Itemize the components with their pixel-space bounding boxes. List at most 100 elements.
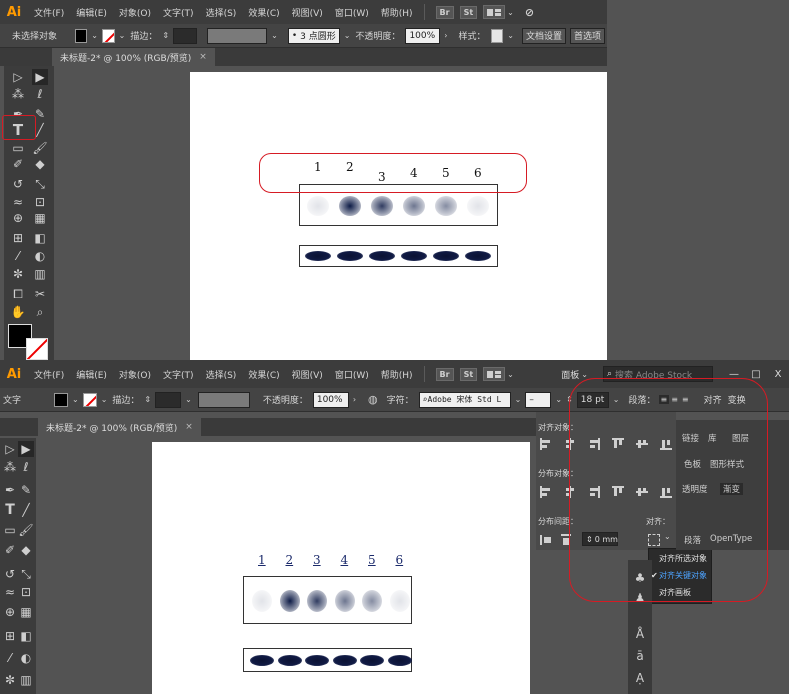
stock-button[interactable]: St xyxy=(459,5,478,19)
zoom-tool-icon[interactable]: ⌕ xyxy=(32,304,48,320)
warp-tool-icon[interactable]: ≈ xyxy=(10,194,26,210)
symbol-sprayer-icon[interactable]: ✼ xyxy=(10,266,26,282)
brush-definition[interactable]: • 3 点圆形 xyxy=(287,27,340,44)
shape-builder-icon[interactable]: ⊕ xyxy=(2,604,18,620)
gpu-performance-icon[interactable]: ⊘ xyxy=(522,5,537,20)
font-style-field[interactable]: – xyxy=(525,391,552,408)
slice-tool-icon[interactable]: ✂ xyxy=(32,286,48,302)
pen-tool-icon[interactable]: ✒ xyxy=(2,482,18,498)
stepper-icon[interactable]: ⇕ xyxy=(142,395,153,404)
chevron-down-icon[interactable]: ⌄ xyxy=(513,395,524,404)
chevron-down-icon[interactable]: ⌄ xyxy=(99,395,110,404)
menu-item[interactable]: 视图(V) xyxy=(286,368,329,381)
stroke-weight-field[interactable] xyxy=(155,391,182,408)
shape-builder-icon[interactable]: ⊕ xyxy=(10,210,26,226)
menu-item[interactable]: 窗口(W) xyxy=(329,6,375,19)
menu-item[interactable]: 窗口(W) xyxy=(329,368,375,381)
curvature-tool-icon[interactable]: ✎ xyxy=(18,482,34,498)
menu-item[interactable]: 视图(V) xyxy=(286,6,329,19)
stroke-swatch[interactable] xyxy=(101,28,115,43)
close-icon[interactable]: × xyxy=(199,52,207,62)
font-family-field[interactable]: ⌕ Adobe 宋体 Std L xyxy=(418,391,511,408)
stroke-swatch[interactable] xyxy=(82,392,97,407)
blend-tool-icon[interactable]: ◐ xyxy=(32,248,48,264)
lasso-icon[interactable]: ℓ xyxy=(32,86,48,102)
variable-width-profile[interactable] xyxy=(197,391,250,408)
mesh-tool-icon[interactable]: ⊞ xyxy=(10,230,26,246)
menu-item[interactable]: 文件(F) xyxy=(28,6,70,19)
chevron-right-icon[interactable]: › xyxy=(351,395,358,404)
close-icon[interactable]: × xyxy=(185,422,193,432)
rectangle-tool-icon[interactable]: ▭ xyxy=(10,140,26,156)
column-graph-icon[interactable]: ▥ xyxy=(32,266,48,282)
fill-swatch[interactable] xyxy=(54,392,68,407)
menu-item[interactable]: 编辑(E) xyxy=(70,368,113,381)
menu-item[interactable]: 帮助(H) xyxy=(375,368,419,381)
chevron-down-icon[interactable]: ⌄ xyxy=(553,395,564,404)
chevron-down-icon[interactable]: ⌄ xyxy=(269,31,280,40)
character-icon[interactable]: Å xyxy=(632,626,648,642)
perspective-grid-icon[interactable]: ▦ xyxy=(18,604,34,620)
menu-item[interactable]: 选择(S) xyxy=(200,6,243,19)
menu-item[interactable]: 效果(C) xyxy=(242,368,285,381)
free-transform-icon[interactable]: ⊡ xyxy=(32,194,48,210)
direct-selection-tool-icon[interactable]: ▶ xyxy=(32,69,48,85)
magic-wand-icon[interactable]: ⁂ xyxy=(10,86,26,102)
paintbrush-icon[interactable]: 🖌 xyxy=(18,522,34,538)
eraser-icon[interactable]: ◆ xyxy=(18,542,34,558)
scale-tool-icon[interactable]: ⤡ xyxy=(32,176,48,192)
column-graph-icon[interactable]: ▥ xyxy=(18,672,34,688)
arrange-documents-icon[interactable] xyxy=(483,5,506,19)
menu-item[interactable]: 对象(O) xyxy=(113,368,157,381)
chevron-right-icon[interactable]: › xyxy=(442,31,449,40)
chevron-down-icon[interactable]: ⌄ xyxy=(342,31,353,40)
free-transform-icon[interactable]: ⊡ xyxy=(18,584,34,600)
warp-tool-icon[interactable]: ≈ xyxy=(2,584,18,600)
menu-item[interactable]: 选择(S) xyxy=(200,368,243,381)
selection-tool-icon[interactable]: ▷ xyxy=(10,69,26,85)
chevron-down-icon[interactable]: ⌄ xyxy=(505,31,516,40)
graphic-style-swatch[interactable] xyxy=(490,28,504,43)
align-left-icon[interactable] xyxy=(540,438,552,450)
type-tool-icon[interactable]: T xyxy=(2,502,18,518)
stroke-weight-field[interactable] xyxy=(173,27,198,44)
document-tab[interactable]: 未标题-2* @ 100% (RGB/预览) × xyxy=(38,418,201,436)
line-tool-icon[interactable]: ╱ xyxy=(18,502,34,518)
shaper-tool-icon[interactable]: ✐ xyxy=(10,156,26,172)
opacity-field[interactable]: 100% xyxy=(312,391,349,408)
hand-tool-icon[interactable]: ✋ xyxy=(10,304,26,320)
globe-icon[interactable]: ◍ xyxy=(366,393,380,406)
direct-selection-tool-icon[interactable]: ▶ xyxy=(18,441,34,457)
artboard-tool-icon[interactable]: ⧠ xyxy=(10,286,26,302)
menu-item[interactable]: 效果(C) xyxy=(242,6,285,19)
magic-wand-icon[interactable]: ⁂ xyxy=(2,459,18,475)
bridge-button[interactable]: Br xyxy=(435,5,454,19)
gradient-tool-icon[interactable]: ◧ xyxy=(18,628,34,644)
eyedropper-icon[interactable]: ⁄ xyxy=(2,650,18,666)
gradient-tool-icon[interactable]: ◧ xyxy=(32,230,48,246)
blend-tool-icon[interactable]: ◐ xyxy=(18,650,34,666)
rotate-tool-icon[interactable]: ↺ xyxy=(2,566,18,582)
chevron-down-icon[interactable]: ⌄ xyxy=(505,370,516,379)
menu-item[interactable]: 编辑(E) xyxy=(70,6,113,19)
paintbrush-icon[interactable]: 🖌 xyxy=(32,140,48,156)
rectangle-tool-icon[interactable]: ▭ xyxy=(2,522,18,538)
eyedropper-icon[interactable]: ⁄ xyxy=(10,248,26,264)
document-tab[interactable]: 未标题-2* @ 100% (RGB/预览) × xyxy=(52,48,215,66)
perspective-grid-icon[interactable]: ▦ xyxy=(32,210,48,226)
stepper-icon[interactable]: ⇕ xyxy=(160,31,171,40)
eraser-icon[interactable]: ◆ xyxy=(32,156,48,172)
touch-type-icon[interactable]: Ạ xyxy=(632,670,648,686)
scale-tool-icon[interactable]: ⤡ xyxy=(18,566,34,582)
document-setup-button[interactable]: 文档设置 xyxy=(521,27,566,44)
preferences-button[interactable]: 首选项 xyxy=(569,27,605,44)
stock-button[interactable]: St xyxy=(459,367,478,381)
menu-item[interactable]: 文字(T) xyxy=(157,6,200,19)
variable-width-profile[interactable] xyxy=(207,27,268,44)
close-icon[interactable]: X xyxy=(767,369,789,380)
opacity-field[interactable]: 100% xyxy=(405,27,441,44)
rotate-tool-icon[interactable]: ↺ xyxy=(10,176,26,192)
menu-item[interactable]: 文件(F) xyxy=(28,368,70,381)
symbol-sprayer-icon[interactable]: ✼ xyxy=(2,672,18,688)
chevron-down-icon[interactable]: ⌄ xyxy=(183,395,194,404)
